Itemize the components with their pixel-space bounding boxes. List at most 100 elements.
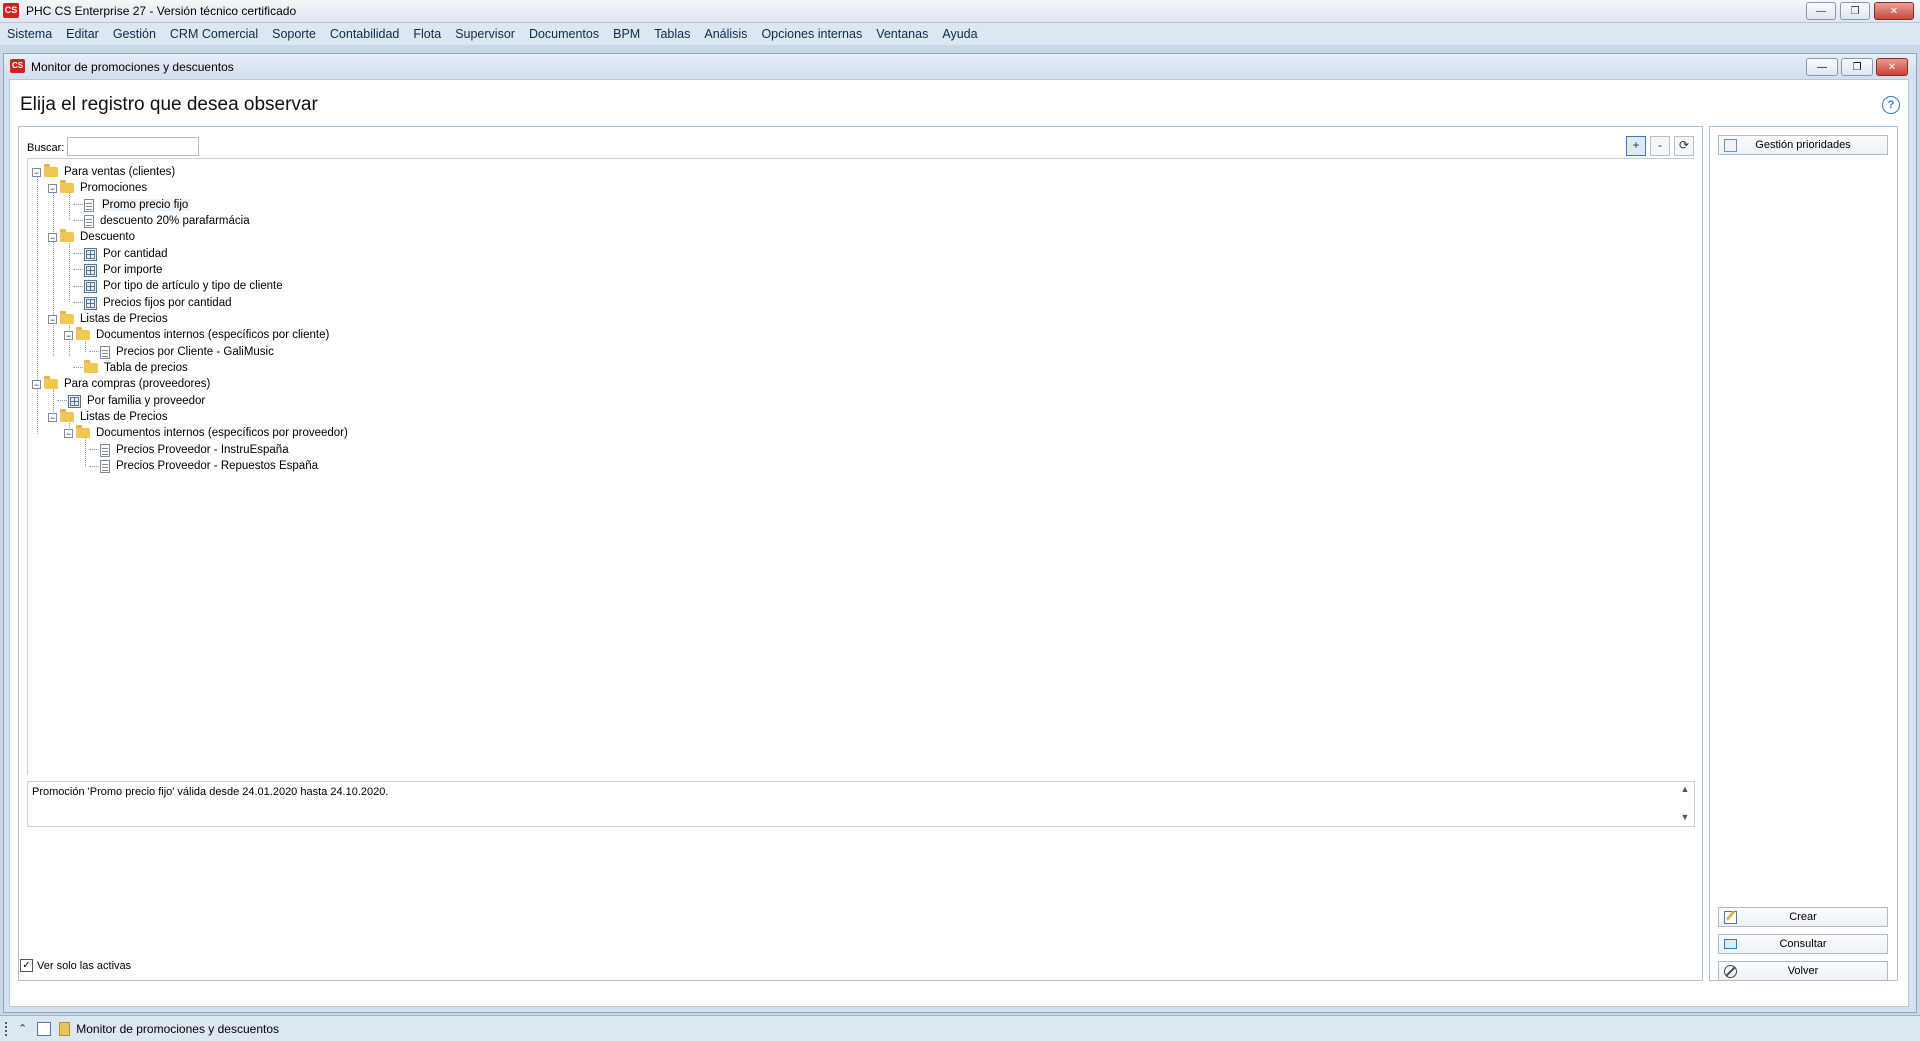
- window-logo-icon: CS: [10, 59, 25, 73]
- minimize-icon[interactable]: —: [1806, 2, 1836, 20]
- edit-icon[interactable]: [37, 1021, 52, 1036]
- active-only-filter[interactable]: ✓ Ver solo las activas: [20, 959, 131, 972]
- document-icon: [84, 214, 94, 228]
- refresh-icon[interactable]: ⟳: [1674, 136, 1694, 156]
- back-label: Volver: [1787, 965, 1819, 977]
- window-minimize-icon[interactable]: —: [1806, 58, 1838, 76]
- menu-opciones-internas[interactable]: Opciones internas: [754, 27, 869, 41]
- tree-node-label: Descuento: [80, 231, 135, 243]
- folder-icon: [60, 409, 74, 422]
- window-title-bar: CS Monitor de promociones y descuentos —…: [4, 54, 1916, 78]
- folder-icon: [84, 360, 98, 373]
- create-button[interactable]: Crear: [1718, 907, 1888, 927]
- menu-flota[interactable]: Flota: [406, 27, 448, 41]
- menu-contabilidad[interactable]: Contabilidad: [323, 27, 407, 41]
- folder-icon: [76, 327, 90, 340]
- search-label: Buscar:: [27, 142, 65, 154]
- app-title: PHC CS Enterprise 27 - Versión técnico c…: [26, 4, 297, 18]
- tree-node-label: Precios Proveedor - Repuestos España: [116, 460, 318, 472]
- window-maximize-icon[interactable]: ❐: [1841, 58, 1873, 76]
- folder-icon: [76, 425, 90, 438]
- window-icon: [59, 1021, 71, 1036]
- active-only-checkbox[interactable]: ✓: [20, 959, 33, 972]
- collapse-icon[interactable]: −: [48, 412, 57, 422]
- menu-sistema[interactable]: Sistema: [0, 27, 59, 41]
- document-icon: [84, 198, 94, 212]
- menu-supervisor[interactable]: Supervisor: [448, 27, 522, 41]
- window-content: Elija el registro que desea observar ? B…: [9, 79, 1909, 1007]
- menu-ventanas[interactable]: Ventanas: [869, 27, 935, 41]
- chevron-up-icon[interactable]: ⌃: [18, 1022, 27, 1035]
- collapse-icon[interactable]: −: [48, 232, 57, 242]
- tree-node-label: Promo precio fijo: [100, 199, 191, 211]
- scroll-down-icon[interactable]: ▼: [1678, 812, 1692, 822]
- menu-ayuda[interactable]: Ayuda: [935, 27, 984, 41]
- collapse-icon[interactable]: −: [32, 379, 41, 389]
- collapse-all-button[interactable]: -: [1650, 136, 1670, 156]
- status-scrollbar[interactable]: ▲ ▼: [1678, 784, 1692, 824]
- priorities-button[interactable]: Gestión prioridades: [1718, 135, 1888, 155]
- monitor-icon: [1724, 939, 1737, 949]
- menu-bar: Sistema Editar Gestión CRM Comercial Sop…: [0, 23, 1920, 45]
- tree-node-label: Precios Proveedor - InstruEspaña: [116, 444, 289, 456]
- tree-node-label: Por importe: [103, 264, 163, 276]
- folder-icon: [44, 164, 58, 177]
- tree-node-precios-repuestos-espana[interactable]: Precios Proveedor - Repuestos España: [100, 457, 318, 475]
- taskbar-item-label: Monitor de promociones y descuentos: [76, 1021, 279, 1036]
- menu-gestion[interactable]: Gestión: [106, 27, 163, 41]
- status-description-box[interactable]: Promoción 'Promo precio fijo' válida des…: [27, 781, 1695, 827]
- menu-crm-comercial[interactable]: CRM Comercial: [163, 27, 265, 41]
- menu-bpm[interactable]: BPM: [606, 27, 647, 41]
- collapse-icon[interactable]: −: [32, 167, 41, 177]
- taskbar-window-item[interactable]: Monitor de promociones y descuentos: [59, 1021, 279, 1036]
- promotions-monitor-window: CS Monitor de promociones y descuentos —…: [3, 53, 1917, 1013]
- collapse-icon[interactable]: −: [64, 428, 73, 438]
- table-icon: [84, 279, 97, 293]
- expand-all-button[interactable]: +: [1626, 136, 1646, 156]
- table-icon: [84, 296, 97, 310]
- collapse-icon[interactable]: −: [64, 330, 73, 340]
- priorities-icon: [1724, 139, 1737, 152]
- folder-icon: [60, 311, 74, 324]
- tree-node-purchases[interactable]: − Para compras (proveedores): [32, 375, 210, 393]
- window-close-icon[interactable]: ✕: [1876, 58, 1908, 76]
- active-only-label: Ver solo las activas: [37, 959, 132, 972]
- search-input[interactable]: [67, 137, 199, 156]
- menu-editar[interactable]: Editar: [59, 27, 106, 41]
- tree-node-descuento[interactable]: − Descuento: [48, 228, 135, 246]
- menu-soporte[interactable]: Soporte: [265, 27, 323, 41]
- view-button[interactable]: Consultar: [1718, 934, 1888, 954]
- help-icon[interactable]: ?: [1882, 96, 1900, 114]
- menu-analisis[interactable]: Análisis: [697, 27, 754, 41]
- tree-node-docs-internos-proveedor[interactable]: − Documentos internos (específicos por p…: [64, 424, 348, 442]
- tree-node-label: Promociones: [80, 182, 148, 194]
- grip-icon: [5, 1021, 10, 1036]
- document-icon: [100, 345, 110, 359]
- tree-node-promotions[interactable]: − Promociones: [48, 179, 147, 197]
- tree-node-label: Por tipo de artículo y tipo de cliente: [103, 280, 283, 292]
- tree-node-docs-internos-cliente[interactable]: − Documentos internos (específicos por c…: [64, 326, 329, 344]
- menu-documentos[interactable]: Documentos: [522, 27, 606, 41]
- tree-node-label: Documentos internos (específicos por cli…: [96, 329, 330, 341]
- tree-node-label: Tabla de precios: [104, 362, 188, 374]
- tree-node-label: Documentos internos (específicos por pro…: [96, 427, 348, 439]
- tree-node-label: Listas de Precios: [80, 411, 168, 423]
- tree-node-por-tipo-articulo[interactable]: Por tipo de artículo y tipo de cliente: [84, 277, 283, 295]
- table-icon: [84, 263, 97, 277]
- scroll-up-icon[interactable]: ▲: [1678, 784, 1692, 794]
- menu-tablas[interactable]: Tablas: [647, 27, 697, 41]
- tree-node-label: Precios por Cliente - GaliMusic: [116, 346, 274, 358]
- tree-node-label: descuento 20% parafarmácia: [100, 215, 250, 227]
- collapse-icon[interactable]: −: [48, 314, 57, 324]
- collapse-icon[interactable]: −: [48, 183, 57, 193]
- close-icon[interactable]: ✕: [1874, 2, 1914, 20]
- window-taskbar: ⌃ Monitor de promociones y descuentos: [0, 1015, 1920, 1041]
- back-button[interactable]: Volver: [1718, 961, 1888, 981]
- app-title-bar: CS PHC CS Enterprise 27 - Versión técnic…: [0, 0, 1920, 23]
- tree-view: − Para ventas (clientes) − Promociones P…: [27, 158, 1694, 775]
- create-label: Crear: [1789, 911, 1817, 923]
- table-icon: [68, 394, 81, 408]
- table-icon: [84, 247, 97, 261]
- restore-icon[interactable]: ❐: [1840, 2, 1870, 20]
- tree-node-label: Para ventas (clientes): [64, 166, 176, 178]
